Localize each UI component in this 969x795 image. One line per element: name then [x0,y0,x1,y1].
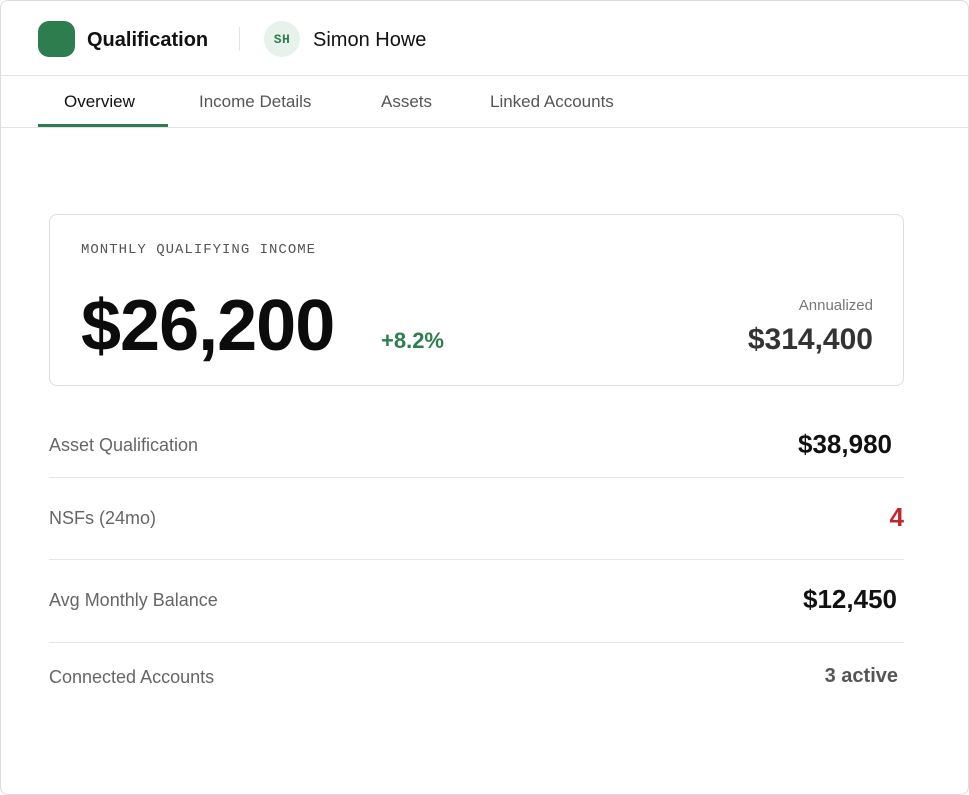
metric-row-avg-monthly-balance: Avg Monthly Balance $12,450 [49,560,904,643]
metric-value: 4 [889,502,904,532]
metrics-list: Asset Qualification $38,980 NSFs (24mo) … [49,405,904,723]
annualized-label: Annualized [798,297,873,314]
metric-value: 3 active [824,665,898,687]
tab-linked-accounts[interactable]: Linked Accounts [490,76,614,128]
app-title: Qualification [87,29,209,51]
metric-label: Avg Monthly Balance [49,590,218,610]
tab-assets[interactable]: Assets [381,76,432,128]
income-change-badge: +8.2% [381,328,444,353]
metric-row-asset-qualification: Asset Qualification $38,980 [49,405,904,478]
avatar[interactable]: SH [264,21,300,57]
header: Qualification SH Simon Howe [1,1,968,76]
metric-row-connected-accounts: Connected Accounts 3 active [49,643,904,723]
card-label: MONTHLY QUALIFYING INCOME [81,242,317,258]
metric-label: NSFs (24mo) [49,508,157,528]
tab-overview[interactable]: Overview [64,76,135,128]
income-summary-card: MONTHLY QUALIFYING INCOME $26,200 +8.2% … [49,214,904,386]
metric-label: Connected Accounts [49,667,215,687]
header-divider [239,27,240,51]
app-logo [38,21,75,57]
active-tab-indicator [38,124,168,127]
metric-value: $38,980 [798,429,892,459]
monthly-income-value: $26,200 [81,286,335,366]
tab-income-details[interactable]: Income Details [199,76,311,128]
tab-bar: Overview Income Details Assets Linked Ac… [1,76,968,128]
annualized-value: $314,400 [747,323,873,356]
app-window: Qualification SH Simon Howe Overview Inc… [0,0,969,795]
metric-label: Asset Qualification [49,435,199,455]
user-name: Simon Howe [313,29,427,51]
metric-row-nsfs: NSFs (24mo) 4 [49,478,904,560]
metric-value: $12,450 [803,584,897,614]
